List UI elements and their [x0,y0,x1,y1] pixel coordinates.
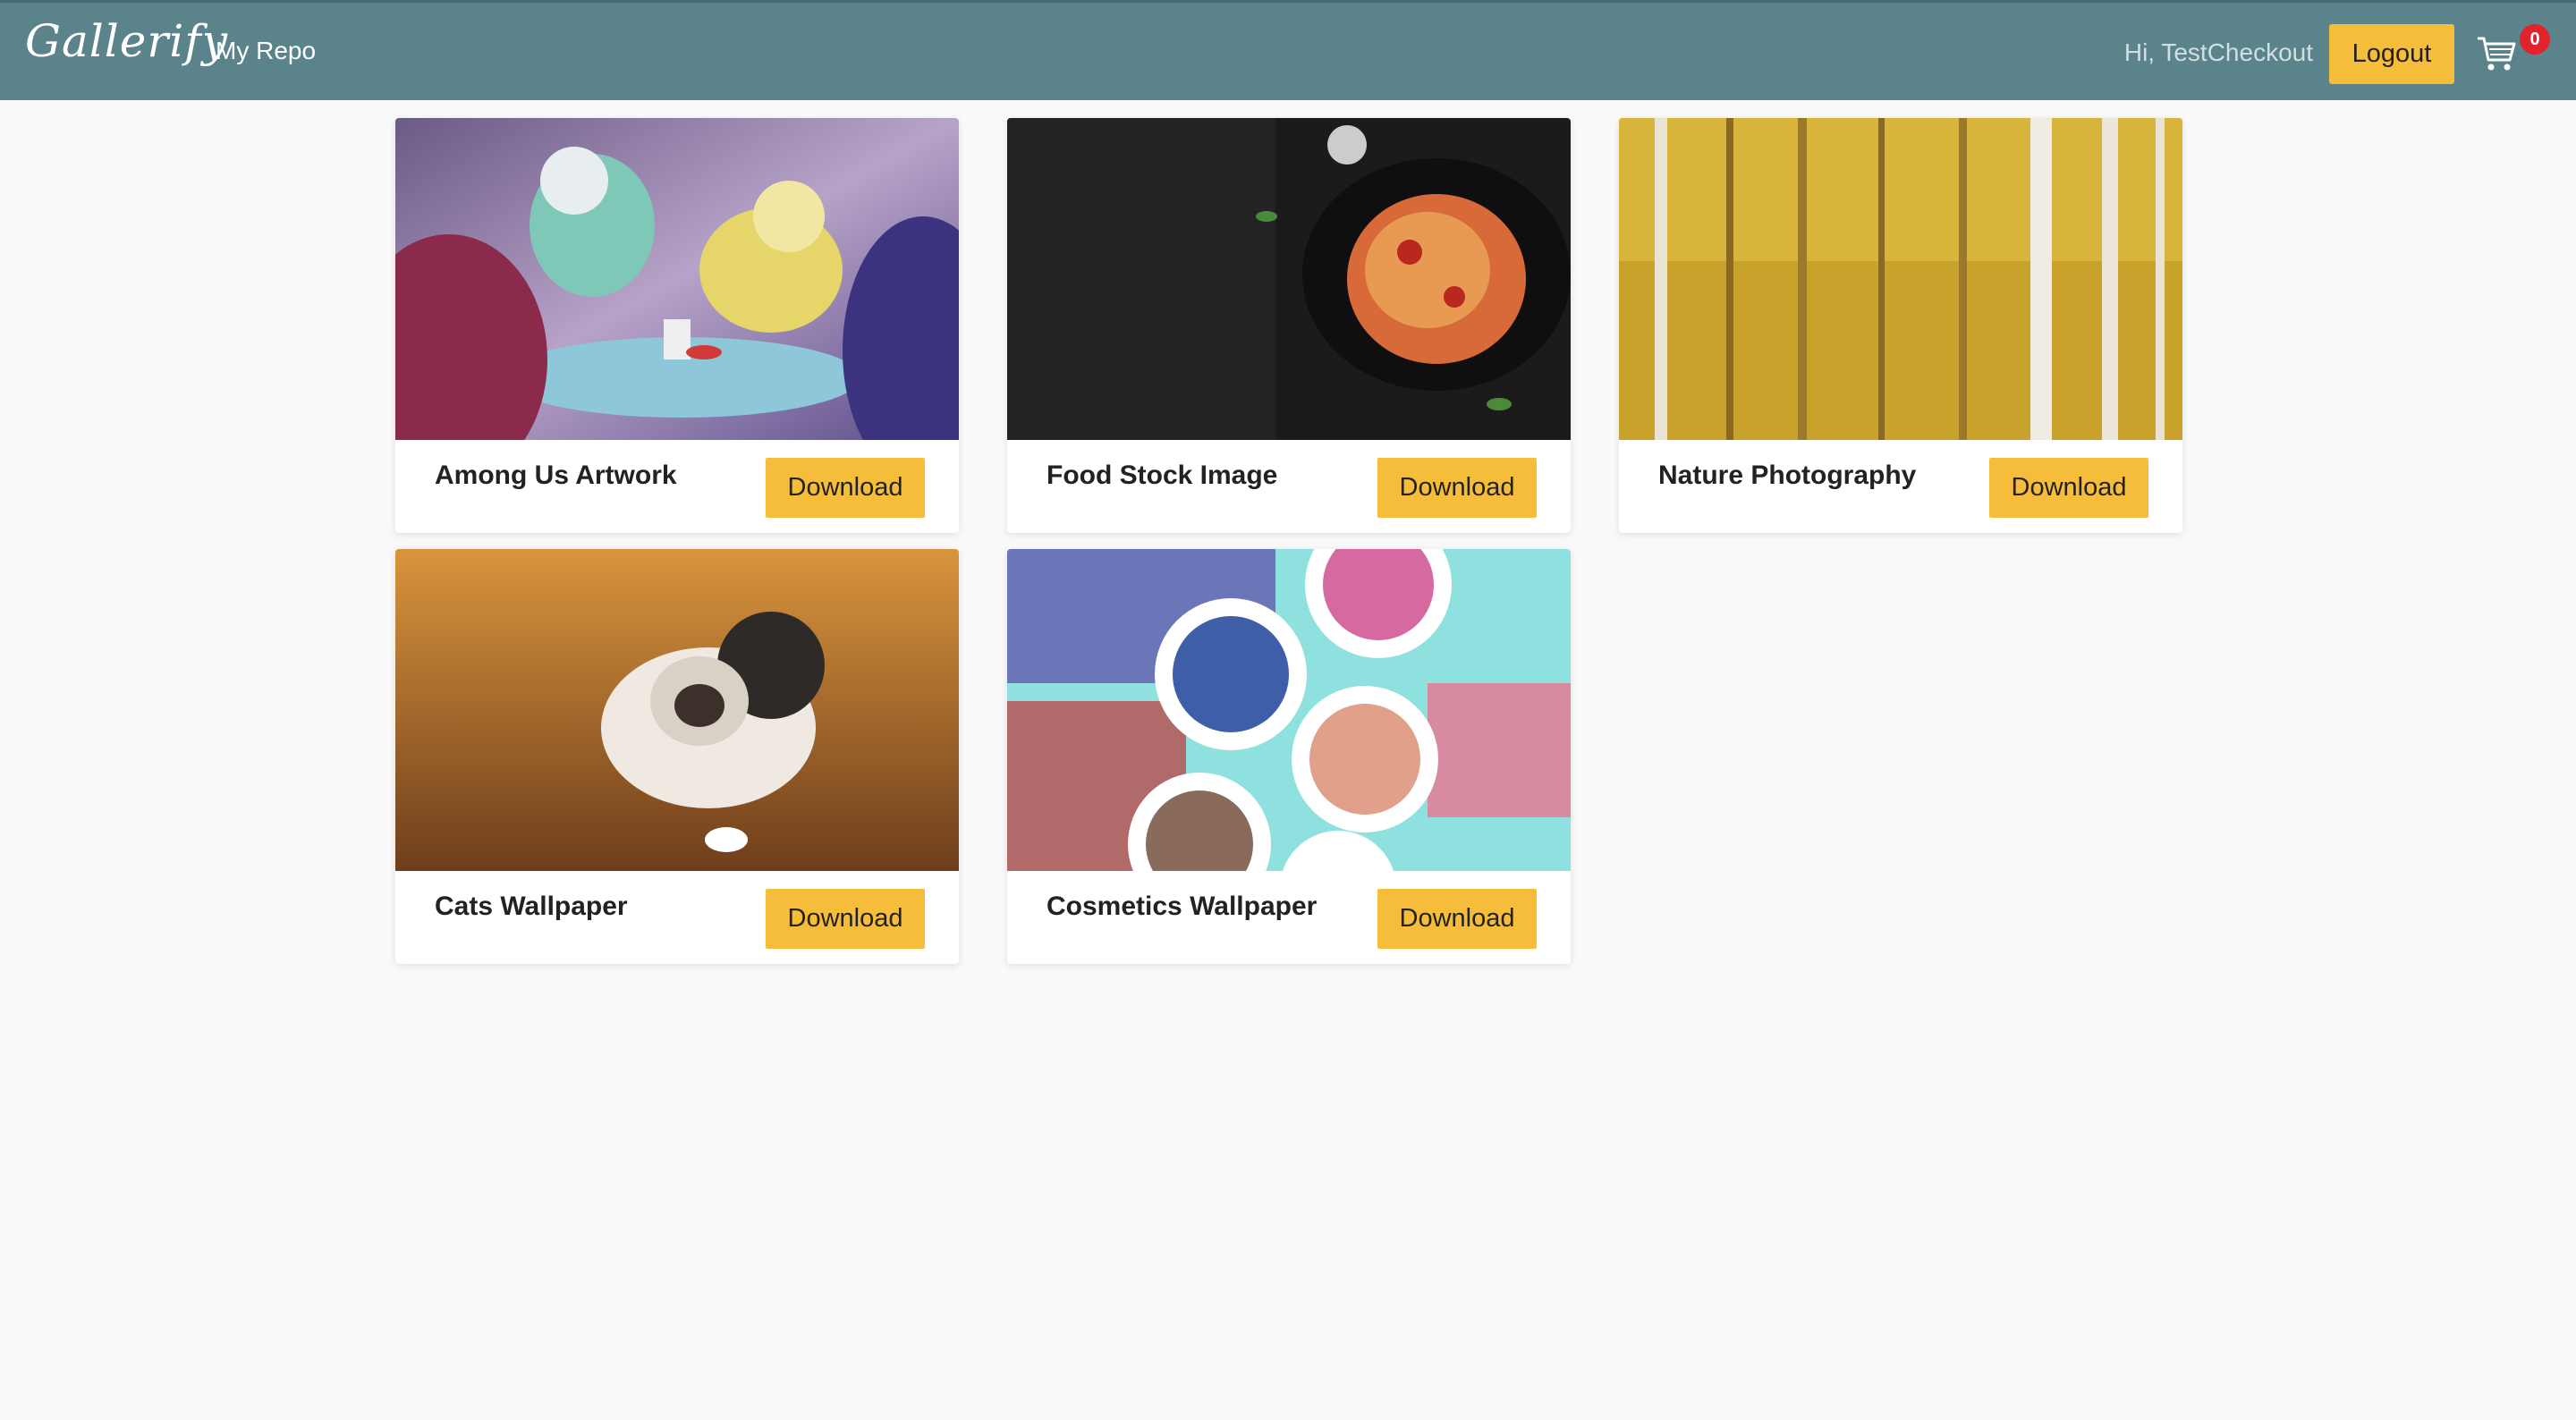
download-button[interactable]: Download [1989,458,2148,518]
gallery-card: Among Us Artwork Download [395,118,959,533]
cart-icon[interactable] [2476,33,2517,74]
card-title: Among Us Artwork [435,461,677,490]
gallery-card: Food Stock Image Download [1007,118,1571,533]
card-title: Nature Photography [1658,461,1917,490]
download-button[interactable]: Download [766,889,925,949]
logout-button[interactable]: Logout [2329,24,2454,84]
brand-logo[interactable]: Gallerify [25,15,228,67]
card-title: Cosmetics Wallpaper [1046,892,1318,921]
top-navbar: Gallerify My Repo Hi, TestCheckout Logou… [0,0,2576,100]
card-image-cat [395,549,959,871]
download-button[interactable]: Download [1377,458,1537,518]
card-image-nature [1619,118,2182,440]
user-greeting: Hi, TestCheckout [2123,38,2313,66]
card-image-food [1007,118,1571,440]
card-title: Food Stock Image [1046,461,1278,490]
card-title: Cats Wallpaper [435,892,628,921]
gallery-card: Nature Photography Download [1619,118,2182,533]
gallery-card: Cats Wallpaper Download [395,549,959,964]
card-image-cosmetics [1007,549,1571,871]
my-repo-link[interactable]: My Repo [216,37,316,65]
gallery-card: Cosmetics Wallpaper Download [1007,549,1571,964]
cart-count-badge: 0 [2520,24,2550,55]
download-button[interactable]: Download [1377,889,1537,949]
card-image-among-us [395,118,959,440]
download-button[interactable]: Download [766,458,925,518]
